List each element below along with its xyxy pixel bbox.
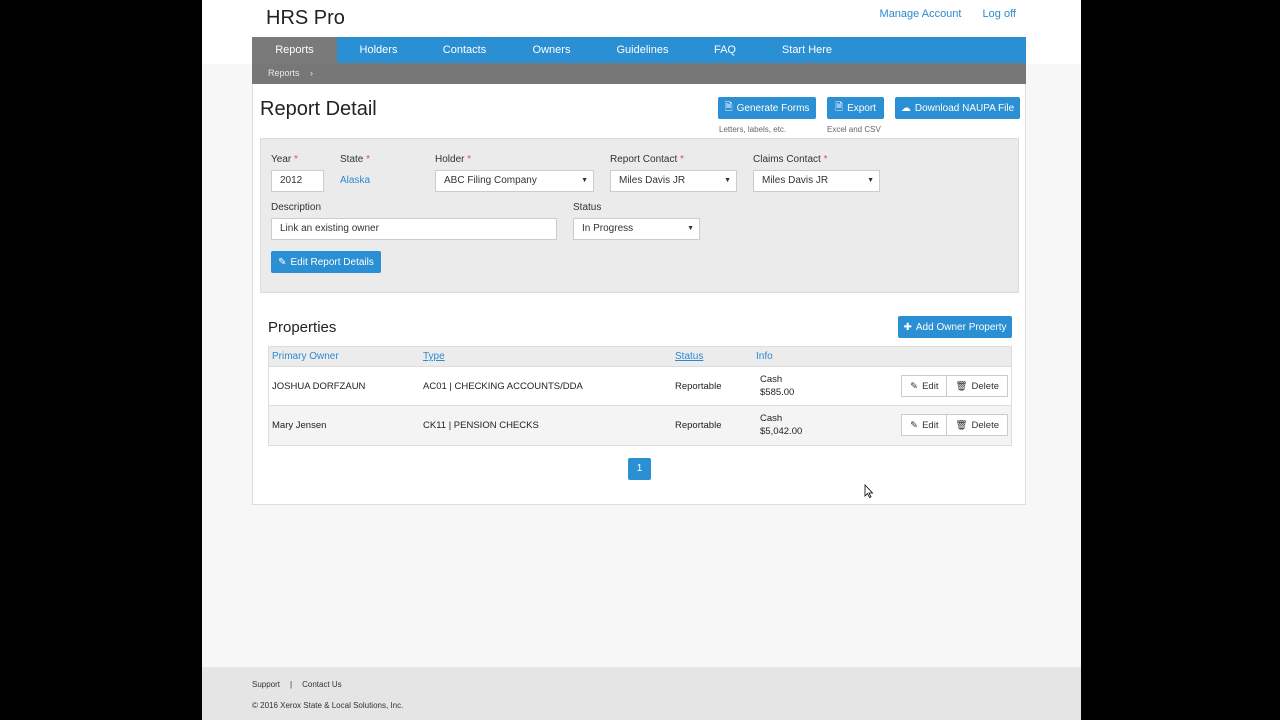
report-contact-select[interactable]: Miles Davis JR ▼: [610, 170, 737, 192]
footer-links: Support | Contact Us: [252, 680, 342, 689]
owner-cell: JOSHUA DORFZAUN: [272, 381, 366, 392]
export-hint: Excel and CSV: [827, 125, 881, 134]
holder-select[interactable]: ABC Filing Company ▼: [435, 170, 594, 192]
report-form-panel: Year * 2012 State * Alaska Holder * ABC …: [260, 138, 1019, 293]
header-info: Info: [756, 351, 773, 362]
generate-forms-hint: Letters, labels, etc.: [719, 125, 787, 134]
state-label: State *: [340, 154, 371, 165]
table-row: Mary Jensen CK11 | PENSION CHECKS Report…: [269, 406, 1011, 445]
header-primary-owner[interactable]: Primary Owner: [272, 351, 339, 362]
trash-icon: 🗑: [955, 380, 968, 392]
properties-title: Properties: [268, 319, 337, 336]
brand-logo[interactable]: HRS Pro: [266, 7, 345, 30]
download-naupa-button[interactable]: ☁ Download NAUPA File: [895, 97, 1020, 119]
manage-account-link[interactable]: Manage Account: [880, 8, 962, 20]
edit-button[interactable]: ✎ Edit: [901, 375, 948, 397]
document-icon: 🗎: [724, 101, 733, 113]
log-off-link[interactable]: Log off: [983, 8, 1016, 20]
year-field[interactable]: 2012: [271, 170, 324, 192]
nav-guidelines[interactable]: Guidelines: [594, 37, 691, 63]
info-amount: $5,042.00: [760, 426, 803, 437]
main-content: Report Detail 🗎 Generate Forms Letters, …: [252, 84, 1026, 505]
state-link[interactable]: Alaska: [340, 175, 370, 186]
chevron-down-icon: ▼: [724, 177, 731, 184]
trash-icon: 🗑: [955, 419, 968, 431]
properties-table: Primary Owner Type Status Info JOSHUA DO…: [268, 346, 1012, 446]
type-cell: AC01 | CHECKING ACCOUNTS/DDA: [423, 381, 583, 392]
delete-button[interactable]: 🗑 Delete: [947, 414, 1008, 436]
row-actions: ✎ Edit 🗑 Delete: [901, 414, 1008, 436]
chevron-down-icon: ▼: [581, 177, 588, 184]
top-links: Manage Account Log off: [862, 8, 1016, 20]
info-cell: Cash $5,042.00: [760, 412, 802, 438]
export-file-icon: 🗎: [835, 101, 844, 113]
info-type: Cash: [760, 374, 783, 385]
footer-divider: |: [290, 680, 293, 689]
nav-faq[interactable]: FAQ: [691, 37, 759, 63]
report-contact-label: Report Contact *: [610, 154, 684, 165]
nav-start-here[interactable]: Start Here: [759, 37, 855, 63]
page: HRS Pro Manage Account Log off Reports H…: [202, 0, 1081, 720]
chevron-down-icon: ▼: [867, 177, 874, 184]
add-owner-property-label: Add Owner Property: [915, 321, 1007, 333]
breadcrumb-reports[interactable]: Reports: [268, 68, 300, 78]
info-type: Cash: [760, 413, 783, 424]
status-select[interactable]: In Progress ▼: [573, 218, 700, 240]
edit-report-details-label: Edit Report Details: [290, 256, 374, 268]
edit-button[interactable]: ✎ Edit: [901, 414, 948, 436]
generate-forms-label: Generate Forms: [736, 102, 810, 114]
type-cell: CK11 | PENSION CHECKS: [423, 420, 539, 431]
generate-forms-button[interactable]: 🗎 Generate Forms: [718, 97, 816, 119]
status-cell: Reportable: [675, 381, 722, 392]
page-title: Report Detail: [260, 98, 377, 120]
status-label: Status: [573, 202, 602, 213]
support-link[interactable]: Support: [252, 680, 280, 689]
pagination-page-1[interactable]: 1: [628, 458, 651, 480]
description-field[interactable]: Link an existing owner: [271, 218, 557, 240]
pencil-icon: ✎: [278, 256, 287, 268]
claims-contact-select[interactable]: Miles Davis JR ▼: [753, 170, 880, 192]
nav-owners[interactable]: Owners: [509, 37, 594, 63]
copyright: © 2016 Xerox State & Local Solutions, In…: [252, 701, 404, 710]
cloud-download-icon: ☁: [900, 102, 911, 114]
export-label: Export: [847, 102, 876, 114]
pencil-icon: ✎: [910, 380, 919, 392]
add-owner-property-button[interactable]: ✚ Add Owner Property: [898, 316, 1012, 338]
nav-holders[interactable]: Holders: [337, 37, 420, 63]
header-type[interactable]: Type: [423, 351, 445, 362]
edit-report-details-button[interactable]: ✎ Edit Report Details: [271, 251, 381, 273]
row-actions: ✎ Edit 🗑 Delete: [901, 375, 1008, 397]
info-amount: $585.00: [760, 387, 795, 398]
breadcrumb-separator: ›: [310, 68, 314, 78]
header-status[interactable]: Status: [675, 351, 703, 362]
contact-us-link[interactable]: Contact Us: [302, 680, 342, 689]
export-button[interactable]: 🗎 Export: [827, 97, 884, 119]
download-naupa-label: Download NAUPA File: [914, 102, 1015, 114]
main-nav: Reports Holders Contacts Owners Guidelin…: [252, 37, 1026, 63]
year-label: Year *: [271, 154, 298, 165]
footer: Support | Contact Us © 2016 Xerox State & …: [202, 667, 1081, 720]
nav-contacts[interactable]: Contacts: [420, 37, 509, 63]
description-label: Description: [271, 202, 322, 213]
status-cell: Reportable: [675, 420, 722, 431]
holder-label: Holder *: [435, 154, 472, 165]
claims-contact-label: Claims Contact *: [753, 154, 828, 165]
info-cell: Cash $585.00: [760, 373, 794, 399]
table-row: JOSHUA DORFZAUN AC01 | CHECKING ACCOUNTS…: [269, 367, 1011, 406]
table-header: Primary Owner Type Status Info: [269, 347, 1011, 367]
nav-reports[interactable]: Reports: [252, 37, 337, 63]
plus-icon: ✚: [903, 321, 912, 333]
chevron-down-icon: ▼: [687, 225, 694, 232]
breadcrumb: Reports ›: [252, 63, 1026, 84]
delete-button[interactable]: 🗑 Delete: [947, 375, 1008, 397]
pencil-icon: ✎: [910, 419, 919, 431]
mouse-cursor-icon: [864, 484, 874, 498]
owner-cell: Mary Jensen: [272, 420, 327, 431]
